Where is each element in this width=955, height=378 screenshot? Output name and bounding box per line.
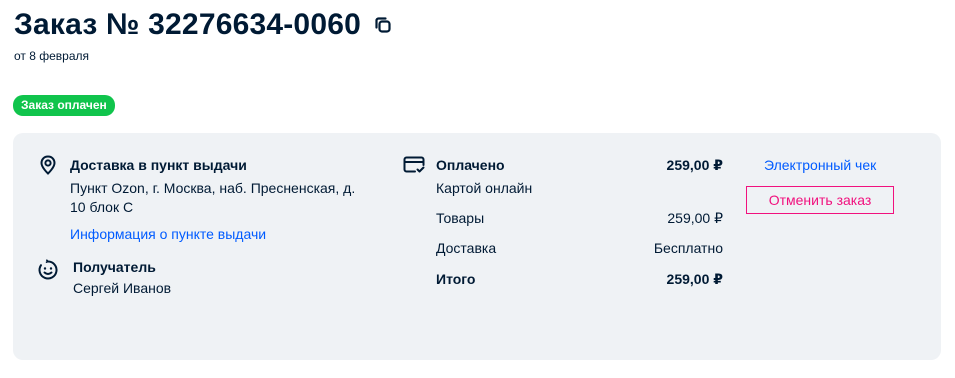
items-label: Товары bbox=[436, 210, 485, 226]
delivery-cost-amount: Бесплатно bbox=[653, 240, 723, 256]
delivery-title: Доставка в пункт выдачи bbox=[70, 157, 247, 173]
recipient-name: Сергей Иванов bbox=[73, 280, 172, 296]
delivery-address-line2: 10 блок С bbox=[70, 199, 134, 215]
order-date: от 8 февраля bbox=[14, 49, 90, 63]
cancel-order-button[interactable]: Отменить заказ bbox=[746, 186, 894, 214]
status-badge: Заказ оплачен bbox=[13, 95, 115, 116]
items-amount: 259,00 ₽ bbox=[667, 210, 723, 226]
title-row: Заказ № 32276634-0060 bbox=[14, 8, 393, 42]
copy-icon[interactable] bbox=[373, 15, 393, 35]
location-pin-icon bbox=[37, 154, 59, 176]
payment-status: Оплачено bbox=[436, 157, 505, 173]
delivery-cost-label: Доставка bbox=[436, 240, 497, 256]
credit-card-check-icon bbox=[402, 154, 425, 176]
e-receipt-link[interactable]: Электронный чек bbox=[764, 156, 876, 175]
page-title: Заказ № 32276634-0060 bbox=[14, 8, 361, 41]
total-label: Итого bbox=[436, 271, 476, 287]
payment-status-amount: 259,00 ₽ bbox=[666, 157, 723, 173]
pickup-point-info-link[interactable]: Информация о пункте выдачи bbox=[70, 225, 266, 244]
delivery-address-line1: Пункт Ozon, г. Москва, наб. Пресненская,… bbox=[70, 180, 356, 196]
payment-method: Картой онлайн bbox=[436, 180, 533, 196]
order-details-panel: Доставка в пункт выдачи Пункт Ozon, г. М… bbox=[13, 133, 941, 360]
total-amount: 259,00 ₽ bbox=[666, 271, 723, 287]
smiley-face-icon bbox=[37, 259, 59, 281]
recipient-title: Получатель bbox=[73, 259, 156, 275]
